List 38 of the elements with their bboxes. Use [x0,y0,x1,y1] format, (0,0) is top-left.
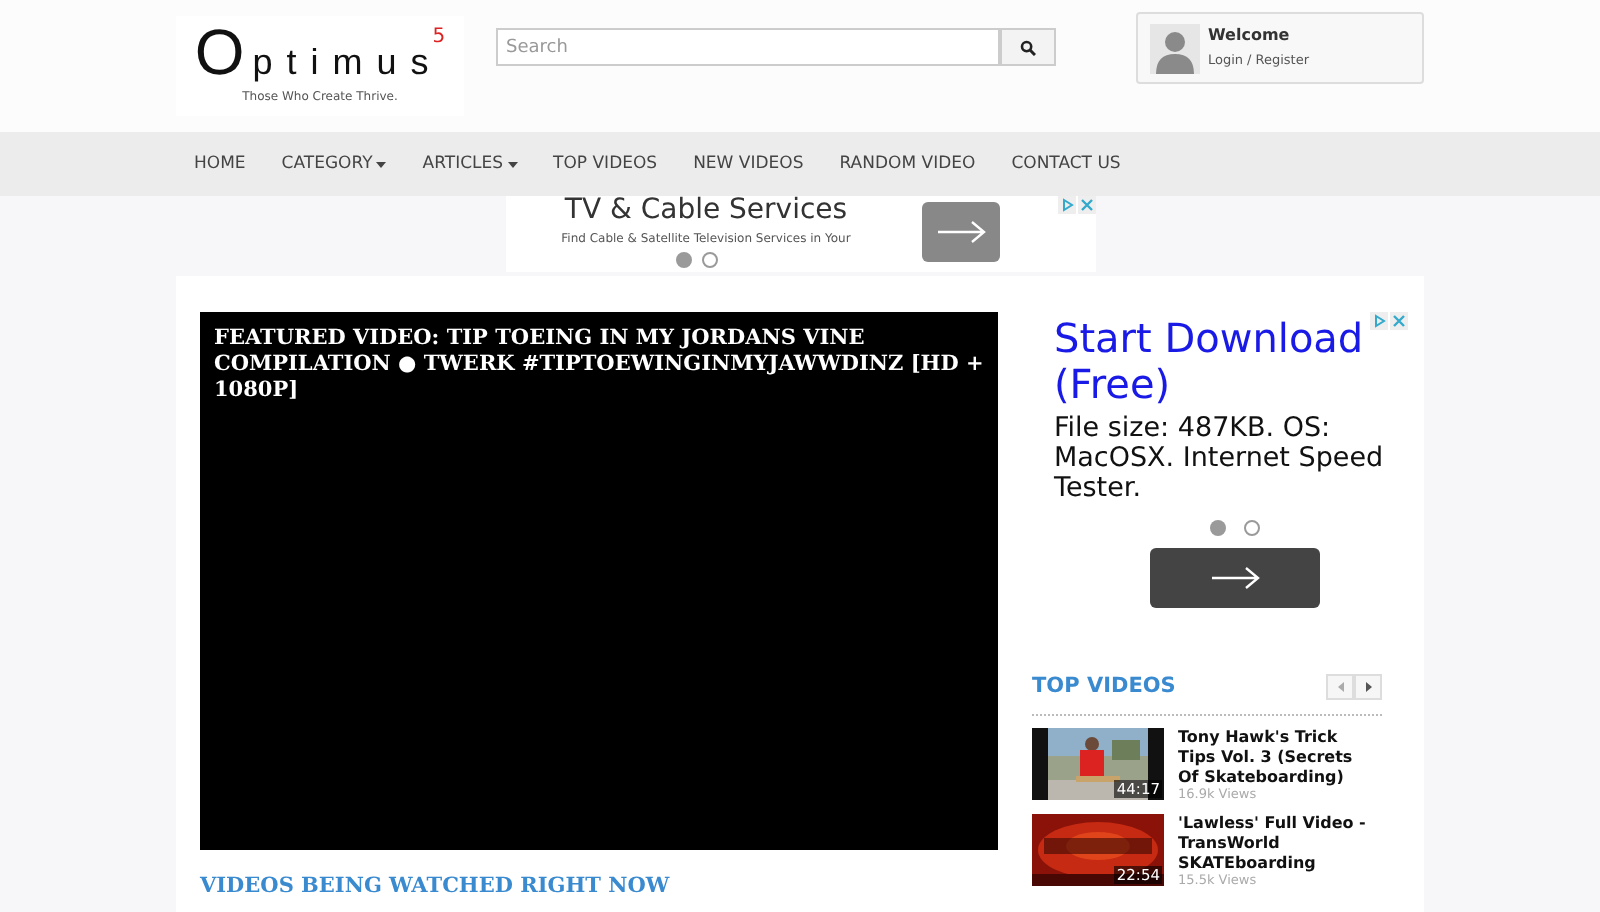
video-title[interactable]: 'Lawless' Full Video - TransWorld SKATEboarding [1178,813,1370,874]
avatar-icon [1150,23,1200,73]
ad-title: Start Download (Free) [1054,316,1366,408]
caret-icon [507,161,518,167]
welcome-text: Welcome [1208,26,1292,47]
section-heading: VIDEOS BEING WATCHED RIGHT NOW [200,872,672,902]
close-icon[interactable] [1078,196,1096,214]
arrow-icon [1209,566,1261,590]
nav-item[interactable]: ARTICLES [404,151,536,177]
logo-word: ptimus [252,44,443,80]
featured-video-title: FEATURED VIDEO: TIP TOEING IN MY JORDANS VINE COMPILATION ● TWERK #TIPTOEWINGINMYJAWWDINZ [HD + 1080P] [214,326,984,404]
logo-superscript: 5 [432,28,446,48]
nav-item[interactable]: NEW VIDEOS [675,151,822,177]
top-videos-heading: TOP VIDEOS [1032,672,1176,702]
close-icon[interactable] [1390,312,1408,330]
nav-item[interactable]: CATEGORY [263,151,405,177]
video-title[interactable]: Tony Hawk's Trick Tips Vol. 3 (Secrets Of Skateboarding) [1178,727,1370,788]
video-player[interactable]: FEATURED VIDEO: TIP TOEING IN MY JORDANS VINE COMPILATION ● TWERK #TIPTOEWINGINMYJAWWDINZ [HD + 1080P] [200,312,998,850]
left-triangle-icon [1337,682,1343,693]
logo-letter: O [194,20,245,84]
search-field[interactable]: Search [496,28,1000,66]
arrow-icon [935,220,987,244]
right-triangle-icon [1365,682,1371,693]
search-icon [1020,39,1036,55]
nav-item[interactable]: HOME [176,151,264,177]
nav-item[interactable]: TOP VIDEOS [535,151,676,177]
search-button[interactable] [1000,28,1056,66]
ad-info-icon[interactable] [1058,196,1076,214]
next-button[interactable] [1354,674,1382,701]
nav-item[interactable]: RANDOM VIDEO [821,151,994,177]
ad-title: TV & Cable Services [564,194,848,229]
ad-info-icon[interactable] [1370,312,1388,330]
ad-next-button[interactable] [922,202,1000,262]
ad-panel[interactable]: Start Download (Free) File size: 487KB. OS: MacOSX. Internet Speed Tester. [1032,312,1408,648]
ad-text: File size: 487KB. OS: MacOSX. Internet Speed Tester. [1054,414,1386,504]
nav-item[interactable]: CONTACT US [993,151,1139,177]
ad-next-button[interactable] [1150,548,1320,608]
caret-icon [376,161,387,167]
